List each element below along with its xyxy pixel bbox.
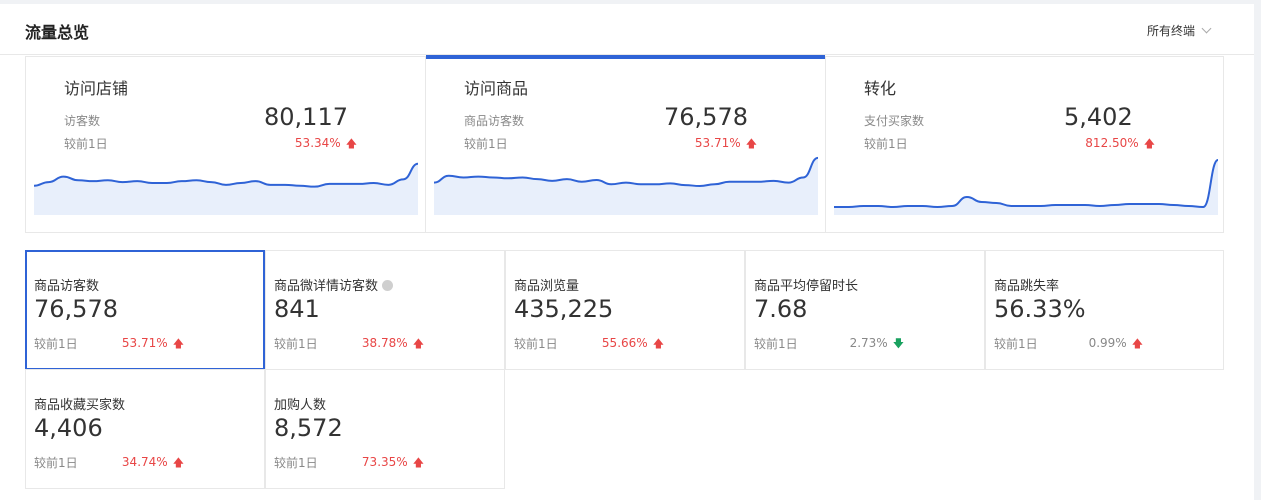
metric-label: 商品微详情访客数	[274, 275, 394, 294]
metric-label-text: 商品微详情访客数	[274, 279, 379, 294]
metric-compare: 较前1日	[34, 456, 78, 470]
change-value: 53.71%	[121, 336, 168, 350]
change-value: 2.73%	[849, 336, 888, 350]
overview-card-compare: 较前1日	[864, 137, 908, 151]
metric-compare: 较前1日	[514, 337, 558, 351]
trend-line	[834, 160, 1218, 207]
metric-compare: 较前1日	[994, 337, 1038, 351]
overview-card-conversion[interactable]: 转化 支付买家数 5,402 较前1日 812.50% 🡅	[826, 57, 1223, 232]
metric-card-bounce-rate[interactable]: 商品跳失率 56.33% 较前1日 0.99% 🡅	[985, 250, 1224, 370]
overview-card-compare: 较前1日	[64, 137, 108, 151]
metric-value: 4,406	[34, 414, 103, 442]
metric-label: 商品收藏买家数	[34, 398, 126, 413]
metric-change: 34.74% 🡅	[122, 454, 184, 473]
info-icon[interactable]	[382, 280, 394, 291]
metric-card-add-to-cart[interactable]: 加购人数 8,572 较前1日 73.35% 🡅	[265, 369, 505, 489]
overview-card-value: 5,402	[1064, 103, 1133, 131]
change-value: 38.78%	[361, 336, 408, 350]
trend-area	[34, 163, 418, 215]
metric-change: 53.71% 🡅	[122, 335, 184, 354]
overview-card-value: 76,578	[664, 103, 748, 131]
overview-card-metric: 访客数	[64, 114, 101, 128]
overview-card-visit-product[interactable]: 访问商品 商品访客数 76,578 较前1日 53.71% 🡅	[426, 55, 826, 232]
metric-change: 2.73% 🡇	[850, 335, 904, 354]
metric-card-product-pageviews[interactable]: 商品浏览量 435,225 较前1日 55.66% 🡅	[505, 250, 745, 370]
metric-value: 8,572	[274, 414, 343, 442]
trend-chart	[434, 151, 818, 215]
metric-card-favorite-buyers[interactable]: 商品收藏买家数 4,406 较前1日 34.74% 🡅	[25, 369, 265, 489]
trend-chart	[834, 151, 1218, 215]
change-value: 812.50%	[1085, 136, 1139, 150]
overview-card-value: 80,117	[264, 103, 348, 131]
arrow-up-icon: 🡅	[412, 337, 424, 350]
metric-label: 商品平均停留时长	[754, 279, 859, 294]
arrow-up-icon: 🡅	[172, 337, 184, 350]
arrow-down-icon: 🡇	[892, 337, 904, 350]
overview-cards: 访问店铺 访客数 80,117 较前1日 53.34% 🡅 访问商品 商品访客数 …	[25, 55, 1224, 233]
metric-change: 38.78% 🡅	[362, 335, 424, 354]
overview-card-metric: 支付买家数	[864, 114, 925, 128]
terminal-select-label: 所有终端	[1146, 24, 1195, 38]
change-value: 34.74%	[121, 455, 168, 469]
trend-area	[434, 157, 818, 215]
metric-card-avg-stay-time[interactable]: 商品平均停留时长 7.68 较前1日 2.73% 🡇	[745, 250, 985, 370]
overview-card-metric: 商品访客数	[464, 114, 525, 128]
metric-compare: 较前1日	[274, 337, 318, 351]
overview-card-compare: 较前1日	[464, 137, 508, 151]
metric-compare: 较前1日	[34, 337, 78, 351]
metric-card-micro-detail-visitors[interactable]: 商品微详情访客数 841 较前1日 38.78% 🡅	[265, 250, 505, 370]
metric-value: 7.68	[754, 295, 808, 323]
overview-card-title: 访问店铺	[64, 79, 129, 98]
metric-label: 商品浏览量	[514, 279, 580, 294]
metric-grid: 商品访客数 76,578 较前1日 53.71% 🡅 商品微详情访客数 841 较…	[25, 245, 1224, 489]
metric-change: 73.35% 🡅	[362, 454, 424, 473]
metric-compare: 较前1日	[274, 456, 318, 470]
chevron-down-icon	[1201, 23, 1212, 34]
metric-label: 商品访客数	[34, 279, 100, 294]
change-value: 73.35%	[361, 455, 408, 469]
overview-card-visit-store[interactable]: 访问店铺 访客数 80,117 较前1日 53.34% 🡅	[26, 57, 426, 232]
metric-change: 0.99% 🡅	[1089, 335, 1143, 354]
metric-label: 加购人数	[274, 398, 327, 413]
arrow-up-icon: 🡅	[652, 337, 664, 350]
change-value: 0.99%	[1088, 336, 1127, 350]
panel-header: 流量总览 所有终端	[0, 4, 1254, 55]
arrow-up-icon: 🡅	[412, 456, 424, 469]
metric-card-product-visitors[interactable]: 商品访客数 76,578 较前1日 53.71% 🡅	[25, 250, 265, 370]
metric-value: 56.33%	[994, 295, 1086, 323]
metric-value: 435,225	[514, 295, 614, 323]
metric-value: 841	[274, 295, 320, 323]
change-value: 53.71%	[694, 136, 741, 150]
change-value: 55.66%	[601, 336, 648, 350]
arrow-up-icon: 🡅	[172, 456, 184, 469]
arrow-up-icon: 🡅	[1131, 337, 1143, 350]
terminal-select[interactable]: 所有终端	[1146, 22, 1212, 39]
overview-card-title: 访问商品	[464, 79, 529, 98]
change-value: 53.34%	[294, 136, 341, 150]
metric-label: 商品跳失率	[994, 279, 1060, 294]
trend-chart	[34, 151, 418, 215]
metric-change: 55.66% 🡅	[602, 335, 664, 354]
page-title: 流量总览	[25, 23, 90, 42]
overview-card-title: 转化	[864, 79, 897, 98]
metric-value: 76,578	[34, 295, 118, 323]
metric-compare: 较前1日	[754, 337, 798, 351]
